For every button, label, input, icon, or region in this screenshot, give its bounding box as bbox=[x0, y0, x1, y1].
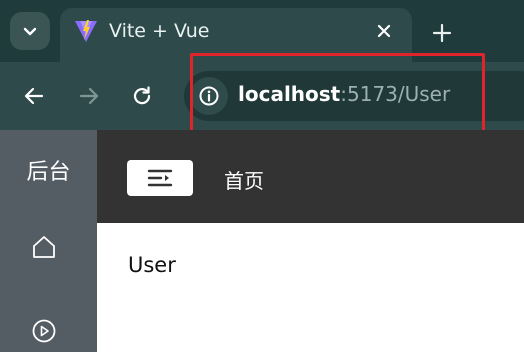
arrow-right-icon bbox=[79, 87, 99, 105]
main-content: User bbox=[97, 223, 524, 352]
page-header: 首页 bbox=[97, 130, 524, 223]
close-tab-button[interactable] bbox=[372, 19, 396, 43]
plus-icon bbox=[432, 23, 452, 43]
close-icon bbox=[377, 24, 391, 38]
highlight-box bbox=[190, 53, 485, 138]
back-button[interactable] bbox=[18, 80, 50, 112]
reload-button[interactable] bbox=[126, 80, 158, 112]
arrow-left-icon bbox=[24, 87, 44, 105]
vite-logo-icon bbox=[75, 20, 97, 42]
menu-toggle-button[interactable] bbox=[127, 160, 193, 196]
home-icon[interactable] bbox=[31, 234, 57, 260]
play-circle-icon[interactable] bbox=[31, 318, 57, 344]
reload-icon bbox=[133, 86, 151, 105]
sidebar-title: 后台 bbox=[26, 160, 71, 185]
forward-button[interactable] bbox=[73, 80, 105, 112]
chevron-down-icon bbox=[23, 27, 37, 36]
tab-list-button[interactable] bbox=[10, 12, 50, 50]
page-content-text: User bbox=[128, 253, 176, 277]
tab-title: Vite + Vue bbox=[109, 20, 210, 42]
menu-fold-icon bbox=[147, 169, 173, 187]
sidebar: 后台 bbox=[0, 130, 97, 352]
new-tab-button[interactable] bbox=[427, 18, 457, 48]
breadcrumb[interactable]: 首页 bbox=[224, 165, 264, 194]
